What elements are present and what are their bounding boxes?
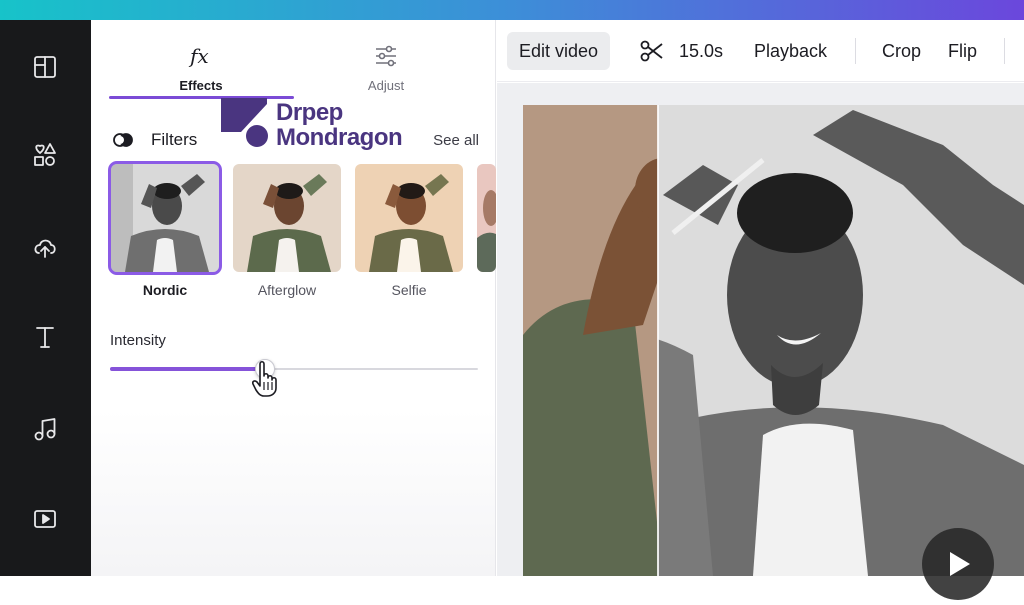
filter-label-nordic: Nordic: [142, 282, 188, 298]
hand-cursor-icon: [252, 360, 277, 397]
play-button[interactable]: [922, 528, 994, 600]
brand-line-1: Drpep: [276, 99, 343, 126]
toolbar-divider: [1004, 38, 1005, 64]
filter-thumb-selfie[interactable]: [355, 164, 463, 272]
design-canvas: [497, 83, 1024, 600]
video-preview[interactable]: [523, 105, 1024, 576]
music-note-icon[interactable]: [28, 412, 62, 446]
scissors-icon: [640, 40, 663, 62]
filter-label-afterglow: Afterglow: [257, 282, 317, 298]
playback-button[interactable]: Playback: [754, 32, 827, 70]
play-icon: [950, 552, 970, 576]
edit-video-button[interactable]: Edit video: [507, 32, 611, 70]
sidebar-rail: [0, 20, 91, 576]
effects-panel: fx Effects Adjust Filters See all Drpep …: [91, 20, 496, 576]
tab-effects-label: Effects: [179, 78, 223, 93]
filters-icon: [113, 133, 133, 147]
svg-text:fx: fx: [188, 44, 209, 68]
brand-logo-mark: [221, 98, 268, 147]
tab-adjust-label: Adjust: [367, 78, 405, 93]
sliders-icon: [296, 44, 476, 68]
filter-thumb-partial[interactable]: [477, 164, 496, 272]
tab-adjust[interactable]: Adjust: [296, 44, 476, 93]
editor-toolbar: Edit video 15.0s Playback Crop Flip: [497, 20, 1024, 82]
layout-template-icon[interactable]: [28, 50, 62, 84]
split-button[interactable]: [639, 32, 665, 70]
see-all-link[interactable]: See all: [433, 132, 479, 149]
duration-button[interactable]: 15.0s: [679, 32, 723, 70]
intensity-slider[interactable]: [110, 359, 478, 379]
intensity-label: Intensity: [110, 332, 166, 349]
tab-effects[interactable]: fx Effects: [111, 44, 291, 93]
elements-shapes-icon[interactable]: [28, 138, 62, 172]
brand-line-2: Mondragon: [276, 124, 403, 151]
toolbar-divider: [855, 38, 856, 64]
filter-thumb-nordic[interactable]: [108, 161, 222, 275]
text-icon[interactable]: [28, 320, 62, 354]
cloud-upload-icon[interactable]: [28, 230, 62, 264]
brand-watermark: Drpep Mondragon: [221, 98, 421, 150]
filters-title: Filters: [151, 130, 198, 149]
filter-thumb-afterglow[interactable]: [233, 164, 341, 272]
top-gradient-bar: [0, 0, 1024, 20]
video-play-icon[interactable]: [28, 502, 62, 536]
crop-button[interactable]: Crop: [882, 32, 921, 70]
filter-label-selfie: Selfie: [391, 282, 427, 298]
fx-icon: fx: [111, 44, 291, 68]
intensity-slider-fill: [110, 367, 265, 371]
flip-button[interactable]: Flip: [948, 32, 977, 70]
